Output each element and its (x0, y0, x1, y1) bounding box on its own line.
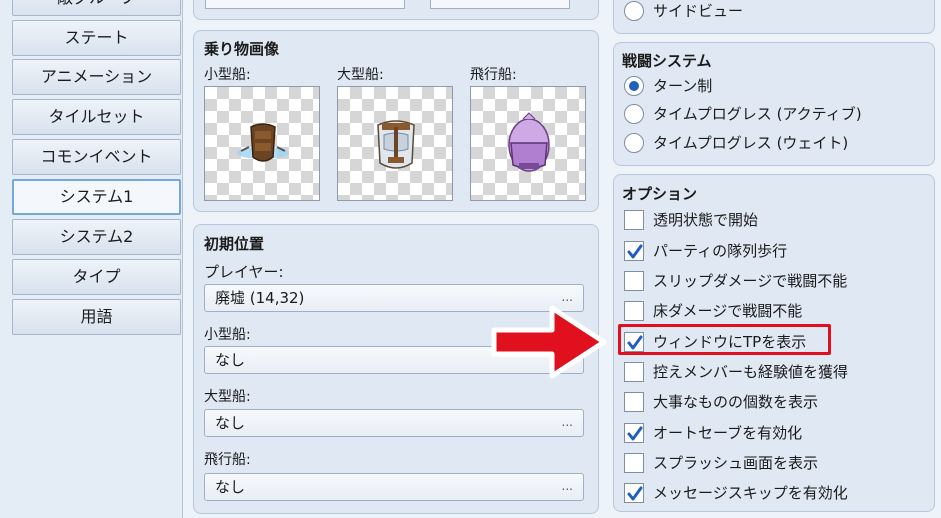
sidebar-item-animations[interactable]: アニメーション (12, 59, 181, 95)
ship-image-preview[interactable] (337, 86, 453, 201)
checkbox-unchecked-icon[interactable] (624, 271, 644, 291)
checkbox-unchecked-icon[interactable] (624, 301, 644, 321)
battle-system-option-label: タイムプログレス (ウェイト) (653, 134, 849, 152)
top-partial-group (193, 0, 599, 20)
player-position-value: 廃墟 (14,32) (215, 289, 305, 307)
option-item-label: 大事なものの個数を表示 (653, 393, 819, 411)
airship-position-label: 飛行船: (204, 452, 251, 468)
option-item-label: 控えメンバーも経験値を獲得 (653, 363, 849, 381)
option-item-label: メッセージスキップを有効化 (653, 484, 848, 502)
sidebar: 敵グループ ステート アニメーション タイルセット コモンイベント システム1 … (0, 0, 183, 518)
boat-sprite-icon (237, 123, 289, 162)
sidebar-item-system2[interactable]: システム2 (12, 219, 181, 255)
ship-position-ellipsis-icon: ... (561, 415, 573, 429)
airship-position-field[interactable]: なし ... (204, 473, 584, 501)
checkbox-unchecked-icon[interactable] (624, 362, 644, 382)
option-item-label: 透明状態で開始 (653, 211, 759, 229)
sidebar-item-tilesets[interactable]: タイルセット (12, 99, 181, 135)
checkbox-checked-icon[interactable] (624, 423, 644, 443)
battle-system-option-label: タイムプログレス (アクティブ) (653, 105, 862, 123)
option-item-label: 床ダメージで戦闘不能 (653, 302, 803, 320)
airship-image-preview[interactable] (470, 86, 586, 201)
sidebar-item-terms[interactable]: 用語 (12, 299, 181, 335)
vehicle-images-title: 乗り物画像 (204, 40, 280, 58)
radio-unselected-icon[interactable] (624, 104, 644, 124)
sideview-radio-circle[interactable] (624, 1, 644, 21)
ship-position-value: なし (215, 414, 246, 432)
boat-image-label: 小型船: (204, 67, 251, 83)
battle-system-option-label: ターン制 (653, 77, 713, 95)
sidebar-item-common-events[interactable]: コモンイベント (12, 139, 181, 175)
battle-system-title: 戦闘システム (622, 52, 712, 70)
boat-position-value: なし (215, 351, 246, 369)
sidebar-item-states[interactable]: ステート (12, 20, 181, 56)
highlight-box (618, 324, 831, 355)
start-position-title: 初期位置 (204, 235, 265, 253)
options-title: オプション (622, 185, 698, 203)
option-item-label: パーティの隊列歩行 (653, 242, 788, 260)
ship-position-field[interactable]: なし ... (204, 409, 584, 437)
checkbox-unchecked-icon[interactable] (624, 453, 644, 473)
boat-position-label: 小型船: (204, 327, 251, 343)
sidebar-item-system1[interactable]: システム1 (12, 179, 181, 215)
airship-position-ellipsis-icon: ... (561, 479, 573, 493)
option-item-label: オートセーブを有効化 (653, 424, 803, 442)
radio-selected-icon[interactable] (624, 76, 644, 96)
ship-position-label: 大型船: (204, 389, 251, 405)
option-item-label: スプラッシュ画面を表示 (653, 454, 819, 472)
airship-image-label: 飛行船: (470, 67, 517, 83)
boat-image-preview[interactable] (204, 86, 320, 201)
radio-unselected-icon[interactable] (624, 133, 644, 153)
sidebar-item-types[interactable]: タイプ (12, 259, 181, 295)
right-arrow-icon (491, 305, 607, 379)
player-position-label: プレイヤー: (204, 263, 284, 281)
sidebar-item-troops[interactable]: 敵グループ (12, 0, 181, 16)
partial-field-1[interactable] (205, 0, 405, 9)
airship-sprite-icon (508, 112, 550, 172)
checkbox-checked-icon[interactable] (624, 483, 644, 503)
checkbox-unchecked-icon[interactable] (624, 392, 644, 412)
partial-field-2[interactable] (430, 0, 570, 9)
ship-image-label: 大型船: (337, 67, 384, 83)
ship-sprite-icon (377, 120, 415, 169)
option-item-label: スリップダメージで戦闘不能 (653, 272, 848, 290)
checkbox-checked-icon[interactable] (624, 241, 644, 261)
airship-position-value: なし (215, 478, 246, 496)
checkbox-unchecked-icon[interactable] (624, 210, 644, 230)
sideview-radio-label: サイドビュー (653, 2, 744, 20)
